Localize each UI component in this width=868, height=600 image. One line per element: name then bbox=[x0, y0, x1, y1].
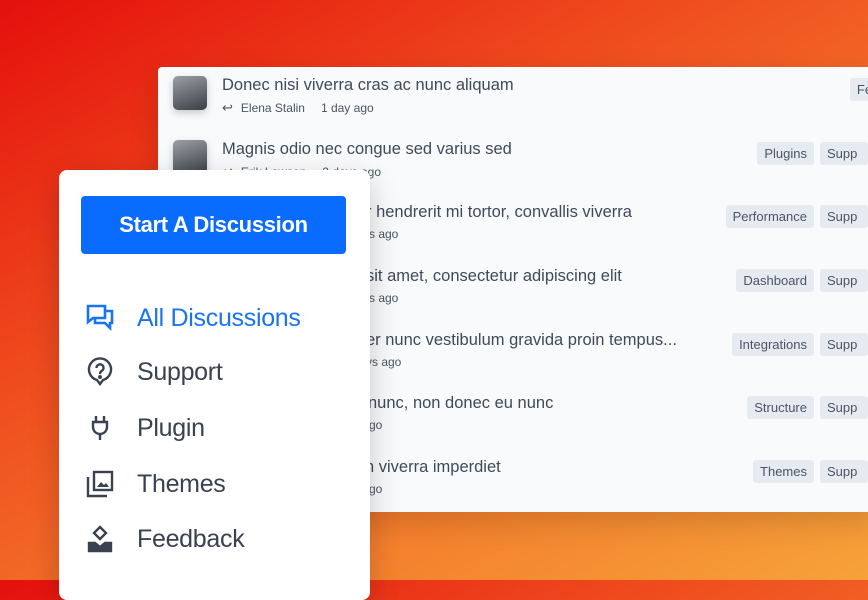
sidebar-item-all-discussions[interactable]: All Discussions bbox=[84, 302, 301, 334]
timestamp: s ago bbox=[369, 227, 399, 241]
tag[interactable]: Supp bbox=[820, 333, 868, 356]
plug-icon bbox=[84, 412, 116, 444]
tag[interactable]: Supp bbox=[820, 269, 868, 292]
sidebar-item-label: Support bbox=[137, 357, 223, 386]
tag[interactable]: Supp bbox=[820, 205, 868, 228]
sidebar-item-label: All Discussions bbox=[137, 303, 301, 332]
tag[interactable]: Supp bbox=[820, 396, 868, 419]
discussion-title[interactable]: er nunc vestibulum gravida proin tempus.… bbox=[366, 331, 677, 350]
sidebar-item-themes[interactable]: Themes bbox=[84, 468, 226, 500]
timestamp: go bbox=[369, 418, 383, 432]
images-icon bbox=[84, 468, 116, 500]
tag[interactable]: Dashboard bbox=[736, 269, 814, 292]
sidebar: Start A Discussion All Discussions Suppo… bbox=[59, 170, 370, 600]
tag[interactable]: Performance bbox=[725, 205, 814, 228]
avatar bbox=[173, 76, 207, 110]
discussion-title[interactable]: sit amet, consectetur adipiscing elit bbox=[366, 267, 622, 286]
tag[interactable]: Themes bbox=[753, 460, 814, 483]
discussion-title[interactable]: Donec nisi viverra cras ac nunc aliquam bbox=[222, 76, 514, 95]
discussion-title[interactable]: Magnis odio nec congue sed varius sed bbox=[222, 140, 512, 159]
tag[interactable]: Integrations bbox=[732, 333, 814, 356]
start-discussion-button[interactable]: Start A Discussion bbox=[81, 196, 346, 254]
chat-icon bbox=[84, 302, 116, 334]
tag[interactable]: Supp bbox=[820, 460, 868, 483]
author: Elena Stalin bbox=[240, 101, 305, 115]
sidebar-item-support[interactable]: Support bbox=[84, 356, 223, 388]
feedback-icon bbox=[84, 523, 116, 555]
discussion-title[interactable]: n viverra imperdiet bbox=[365, 458, 501, 477]
tag[interactable]: Plugins bbox=[757, 142, 814, 165]
reply-icon: ↩ bbox=[222, 100, 233, 115]
discussion-title[interactable]: r hendrerit mi tortor, convallis viverra bbox=[366, 203, 632, 222]
tag[interactable]: Feedba bbox=[849, 78, 868, 101]
question-bubble-icon bbox=[84, 356, 116, 388]
tag[interactable]: Structure bbox=[747, 396, 814, 419]
avatar bbox=[173, 140, 207, 174]
discussion-row[interactable]: Donec nisi viverra cras ac nunc aliquam … bbox=[158, 67, 868, 127]
sidebar-item-label: Themes bbox=[137, 469, 226, 498]
timestamp: s ago bbox=[369, 291, 399, 305]
sidebar-item-plugin[interactable]: Plugin bbox=[84, 412, 205, 444]
sidebar-item-label: Feedback bbox=[137, 524, 245, 553]
sidebar-item-label: Plugin bbox=[137, 413, 205, 442]
discussion-title[interactable]: nunc, non donec eu nunc bbox=[368, 394, 553, 413]
timestamp: go bbox=[369, 482, 383, 496]
sidebar-item-feedback[interactable]: Feedback bbox=[84, 523, 245, 555]
tag[interactable]: Supp bbox=[820, 142, 868, 165]
timestamp: ys ago bbox=[366, 355, 402, 369]
timestamp: 1 day ago bbox=[320, 101, 374, 115]
